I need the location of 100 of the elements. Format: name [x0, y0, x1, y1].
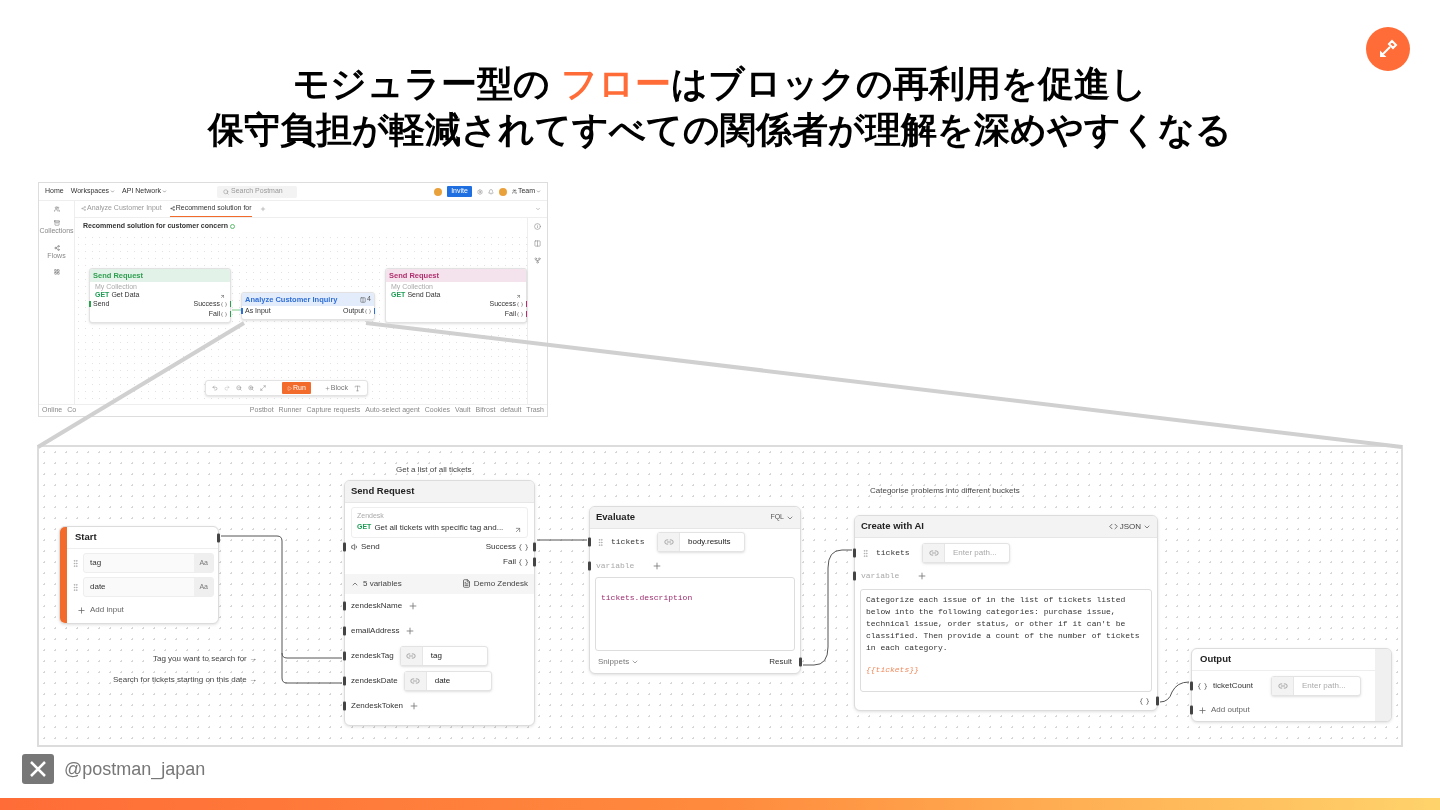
variable-placeholder: variable — [596, 560, 635, 572]
slide-title: 保守負担が軽減されてすべての関係者が理解を深めやすくなる — [208, 108, 1232, 152]
chevron-down-icon — [110, 189, 116, 194]
field-value: tag — [429, 650, 443, 662]
open-icon[interactable] — [220, 294, 225, 299]
request-name: Get all tickets with specific tag and... — [374, 521, 504, 534]
undo-icon[interactable] — [212, 385, 218, 391]
panel-icon[interactable] — [534, 240, 541, 247]
variable-name: ZendeskToken — [351, 700, 404, 712]
plus-icon[interactable] — [917, 571, 928, 581]
plus-icon[interactable] — [408, 601, 419, 611]
port-handle[interactable] — [1190, 705, 1193, 715]
play-icon — [287, 385, 292, 391]
plus-icon[interactable] — [409, 701, 420, 711]
port-handle[interactable] — [1156, 696, 1159, 706]
connector-line — [231, 309, 242, 311]
info-icon[interactable] — [534, 223, 541, 230]
port-handle[interactable] — [217, 533, 220, 542]
bell-icon[interactable] — [487, 188, 494, 195]
field-placeholder: Enter path... — [1301, 680, 1347, 692]
annotation-text: Get a list of all tickets — [396, 464, 472, 476]
braces-icon — [517, 311, 523, 317]
text-icon[interactable] — [353, 384, 361, 392]
connector-line — [536, 539, 588, 541]
port-handle[interactable] — [588, 561, 591, 571]
avatar-icon — [434, 187, 443, 196]
braces-icon — [519, 543, 528, 551]
drag-handle-icon[interactable] — [71, 582, 80, 592]
node-title: Create with AI — [861, 519, 924, 534]
braces-icon — [517, 301, 523, 307]
output-label: Result — [769, 656, 792, 668]
zoom-out-icon[interactable] — [236, 385, 242, 391]
search-icon — [223, 188, 229, 195]
braces-icon — [221, 311, 227, 317]
ai-node[interactable] — [854, 515, 1158, 711]
flows-icon — [53, 244, 60, 251]
input-name: tickets — [611, 536, 646, 548]
port-handle[interactable] — [89, 301, 91, 307]
document-icon — [461, 579, 471, 588]
port-handle[interactable] — [343, 676, 346, 686]
social-handle: @postman_japan — [64, 757, 206, 782]
fork-icon[interactable] — [534, 257, 541, 264]
chevron-down-icon[interactable] — [535, 206, 541, 212]
node-title: Output — [1200, 652, 1232, 667]
link-icon — [406, 651, 417, 661]
environment-label[interactable]: Demo Zendesk — [461, 577, 528, 590]
port-handle[interactable] — [343, 601, 346, 611]
plus-icon[interactable] — [405, 626, 416, 636]
x-logo-icon — [22, 754, 54, 784]
drag-handle-icon[interactable] — [71, 558, 80, 568]
open-icon[interactable] — [516, 294, 521, 299]
chevron-down-icon — [162, 189, 167, 194]
link-icon — [663, 537, 674, 547]
open-icon[interactable] — [514, 525, 522, 534]
port-handle[interactable] — [799, 657, 802, 667]
node-title: Start — [75, 530, 97, 545]
add-input-button[interactable]: Add input — [67, 597, 218, 623]
node-title: Evaluate — [596, 510, 636, 525]
zoom-in-icon[interactable] — [248, 385, 254, 391]
prompt-text: Categorize each issue of in the list of tickets listed below into the following categories: purchase issue, technical issue, order status, or other if it can't be classified. Then provide a count of the number of tickets in each category. — [866, 594, 1141, 654]
format-dropdown[interactable]: JSON — [1108, 520, 1151, 533]
field-value: body.results — [687, 536, 732, 548]
input-name: tickets — [876, 547, 911, 559]
code-editor[interactable]: tickets.description — [595, 577, 795, 651]
port-handle[interactable] — [343, 626, 346, 636]
sidebar-item[interactable] — [53, 206, 60, 212]
plus-icon[interactable] — [652, 561, 663, 571]
port-handle[interactable] — [853, 571, 856, 581]
connector-line — [1159, 681, 1190, 703]
port-handle[interactable] — [343, 542, 346, 552]
path-field[interactable]: date — [403, 671, 492, 691]
port-handle[interactable] — [1190, 681, 1193, 691]
drag-handle-icon[interactable] — [861, 548, 870, 558]
path-field[interactable]: tag — [399, 646, 488, 666]
plus-icon — [324, 385, 330, 391]
variables-bar[interactable]: 5 variables Demo Zendesk — [345, 573, 534, 594]
port-handle[interactable] — [343, 701, 346, 711]
plus-icon — [77, 605, 86, 615]
braces-icon — [1198, 682, 1207, 690]
new-tab-icon[interactable] — [259, 206, 266, 212]
port-handle[interactable] — [588, 537, 591, 547]
port-handle[interactable] — [241, 308, 243, 314]
prompt-editor[interactable] — [860, 589, 1152, 692]
annotation-text: Search for tickets starting on this date → — [112, 674, 257, 686]
node-title: Send Request — [351, 484, 415, 499]
output-node[interactable]: Output ticketCount Enter path... Add output — [1191, 648, 1392, 722]
drag-handle-icon[interactable] — [596, 537, 605, 547]
braces-icon — [365, 308, 371, 314]
fit-view-icon[interactable] — [260, 385, 266, 391]
port-handle[interactable] — [343, 651, 346, 661]
variables-toggle[interactable]: 5 variables — [351, 577, 402, 590]
port-handle[interactable] — [373, 308, 375, 314]
add-output-button[interactable]: Add output — [1198, 704, 1250, 716]
snippets-dropdown[interactable]: Snippets — [598, 656, 640, 668]
field-value: date — [433, 675, 452, 687]
path-field[interactable]: body.results — [657, 532, 745, 552]
sidebar-item[interactable] — [53, 269, 60, 275]
slide-title: モジュラー型の フローはブロックの再利用を促進し — [293, 62, 1147, 106]
settings-icon[interactable] — [476, 188, 483, 195]
port-handle[interactable] — [853, 548, 856, 558]
